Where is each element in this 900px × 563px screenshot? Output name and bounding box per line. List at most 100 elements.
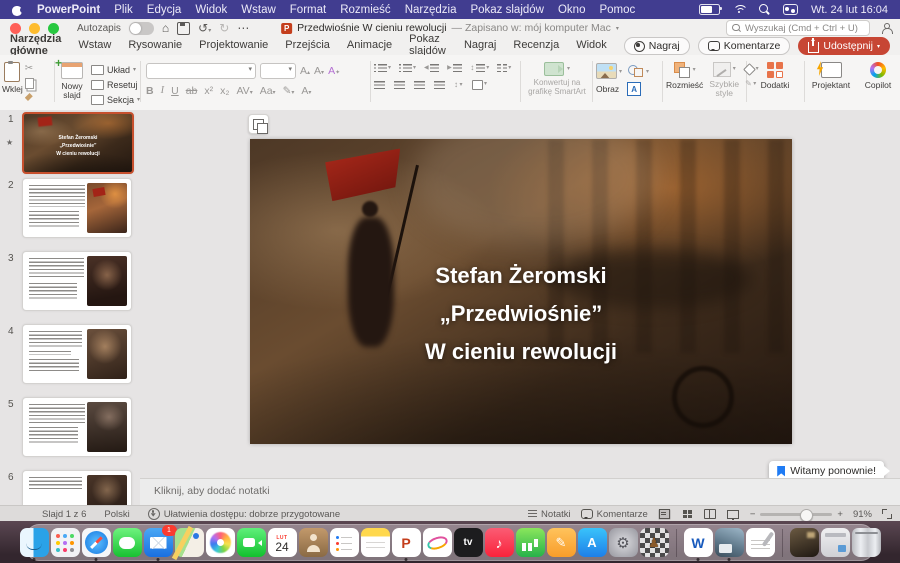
save-icon[interactable] [177,22,190,35]
slide-thumbnail-5[interactable] [22,397,132,457]
columns-icon[interactable]: ▾ [497,64,511,73]
slide-thumbnail-4[interactable] [22,324,132,384]
align-text-icon[interactable]: ▾ [472,80,488,90]
dock-safari-icon[interactable] [82,528,111,557]
copy-icon[interactable] [25,78,34,89]
dock-notes-icon[interactable] [361,528,390,557]
font-size-select[interactable] [260,63,296,79]
comments-toggle-button[interactable]: Komentarze [581,509,648,520]
decrease-indent-icon[interactable]: ◀ [424,64,439,73]
language-indicator[interactable]: Polski [104,509,129,520]
dock-powerpoint-icon[interactable] [392,528,421,557]
zoom-slider-knob[interactable] [800,509,813,522]
text-box-icon[interactable]: A [627,82,641,96]
dock-mail-icon[interactable]: 1 [144,528,173,557]
dock-reminders-icon[interactable] [330,528,359,557]
new-slide-button[interactable]: Nowy slajd [58,59,86,106]
slide-thumbnail-1[interactable]: Stefan Żeromski „Przedwiośnie” W cieniu … [22,112,134,174]
section-button[interactable]: Sekcja▾ [91,93,140,106]
dock-calendar-icon[interactable]: LUT24 [268,528,297,557]
highlight-icon[interactable]: ✎▾ [283,86,295,97]
bold-icon[interactable]: B [146,86,154,97]
dock-chess-icon[interactable] [640,528,669,557]
quick-styles-button[interactable]: ▾ Szybkie style [709,59,739,106]
fit-slide-to-window-icon[interactable] [882,509,892,519]
dock-photos-icon[interactable] [206,528,235,557]
more-commands-icon[interactable]: ⋯ [237,22,249,34]
battery-icon[interactable] [699,4,720,15]
paste-options-button[interactable] [248,114,269,134]
search-input[interactable]: Wyszukaj (Cmd + Ctrl + U) [726,20,870,36]
format-painter-icon[interactable] [25,93,33,101]
dock-system-settings-icon[interactable] [609,528,638,557]
spotlight-search-icon[interactable] [759,4,770,15]
menu-widok[interactable]: Widok [195,4,227,16]
menu-rozmiesc[interactable]: Rozmieść [340,4,390,16]
line-spacing-icon[interactable]: ↕▾ [470,64,489,73]
autosave-toggle[interactable] [129,22,154,35]
dock-facetime-icon[interactable] [237,528,266,557]
comments-button[interactable]: Komentarze [698,37,791,55]
superscript-icon[interactable]: x² [204,86,213,97]
paste-button[interactable]: Wklej [2,59,23,106]
tab-nagraj[interactable]: Nagraj [464,38,496,54]
dock-minimized-window-icon[interactable] [821,528,850,557]
dock-freeform-icon[interactable] [423,528,452,557]
align-center-icon[interactable] [394,81,405,90]
dock-app-store-icon[interactable] [578,528,607,557]
control-center-icon[interactable] [783,4,798,15]
menu-narzedzia[interactable]: Narzędzia [405,4,457,16]
menu-plik[interactable]: Plik [114,4,133,16]
menu-pomoc[interactable]: Pomoc [599,4,635,16]
increase-indent-icon[interactable]: ▶ [447,64,462,73]
character-spacing-icon[interactable]: AV▾ [236,86,252,97]
tab-projektowanie[interactable]: Projektowanie [199,38,268,54]
undo-icon[interactable]: ↺▾ [198,22,211,34]
dock-word-icon[interactable] [684,528,713,557]
clear-formatting-icon[interactable]: A✦ [328,66,340,77]
dock-document-stack-icon[interactable] [790,528,819,557]
convert-smartart-button[interactable]: ▾ Konwertuj na grafikę SmartArt [524,59,590,106]
menu-okno[interactable]: Okno [558,4,586,16]
bullets-icon[interactable]: ▾ [374,64,391,73]
current-slide[interactable]: Stefan Żeromski „Przedwiośnie” W cieniu … [250,139,792,444]
tab-wstaw[interactable]: Wstaw [78,38,111,54]
apple-menu-icon[interactable] [12,4,23,16]
arrange-button[interactable]: ▾ Rozmieść [666,59,703,106]
wifi-icon[interactable] [733,5,746,15]
insert-shapes-button[interactable]: ▾ [628,64,649,78]
normal-view-button[interactable] [658,509,671,520]
dock-numbers-icon[interactable] [516,528,545,557]
numbering-icon[interactable]: ▾ [399,64,416,73]
redo-icon[interactable]: ↻ [219,22,229,34]
tab-rysowanie[interactable]: Rysowanie [128,38,182,54]
menu-format[interactable]: Format [290,4,326,16]
layout-button[interactable]: Układ▾ [91,63,140,76]
menu-pokaz-slajdow[interactable]: Pokaz slajdów [470,4,544,16]
slide-sorter-view-button[interactable] [681,509,694,520]
zoom-slider[interactable] [760,513,832,516]
slideshow-button[interactable] [727,509,740,520]
dock-apple-tv-icon[interactable] [454,528,483,557]
insert-picture-button[interactable]: ▾ [596,63,622,79]
font-name-select[interactable] [146,63,256,79]
increase-font-icon[interactable]: A▴ [300,66,310,77]
justify-icon[interactable] [434,81,445,90]
reset-button[interactable]: Resetuj [91,78,140,91]
menu-wstaw[interactable]: Wstaw [241,4,276,16]
notes-pane[interactable]: Kliknij, aby dodać notatki [140,478,900,505]
home-icon[interactable]: ⌂ [162,22,169,34]
decrease-font-icon[interactable]: A▾ [314,66,324,77]
document-title-area[interactable]: P Przedwiośnie W cieniu rewolucji — Zapi… [281,22,619,34]
change-case-icon[interactable]: Aa▾ [260,86,276,97]
copilot-button[interactable]: Copilot [865,59,891,106]
tab-przejscia[interactable]: Przejścia [285,38,330,54]
notes-toggle-button[interactable]: Notatki [528,509,571,520]
account-icon[interactable] [881,23,892,34]
italic-icon[interactable]: I [161,85,165,97]
record-button[interactable]: Nagraj [624,37,690,55]
strikethrough-icon[interactable]: ab [186,86,198,97]
font-color-icon[interactable]: A▾ [301,86,311,97]
dock-textedit-icon[interactable] [746,528,775,557]
dock-screenshot-icon[interactable] [715,528,744,557]
